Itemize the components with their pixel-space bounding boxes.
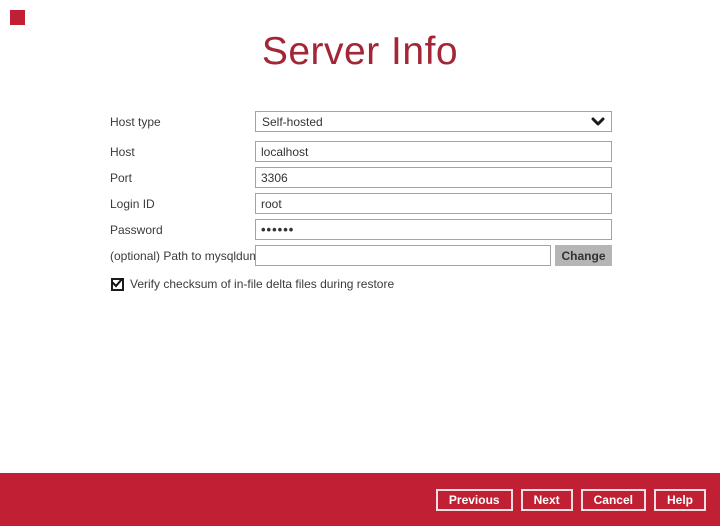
cancel-button[interactable]: Cancel [580, 488, 646, 511]
previous-button[interactable]: Previous [435, 488, 513, 511]
host-input[interactable] [255, 141, 612, 162]
port-row: Port [110, 167, 612, 188]
page-title: Server Info [261, 30, 459, 73]
help-button[interactable]: Help [653, 488, 706, 511]
server-info-form: Host type Self-hosted Host Port [110, 111, 612, 291]
host-type-row: Host type Self-hosted [110, 111, 612, 132]
mysqldump-path-row: (optional) Path to mysqldump Change [110, 245, 612, 266]
port-label: Port [110, 170, 133, 185]
verify-checksum-checkbox[interactable] [111, 275, 124, 293]
login-id-label: Login ID [110, 196, 155, 211]
login-id-input[interactable] [255, 193, 612, 214]
password-input[interactable] [255, 219, 612, 240]
server-info-window: Server Info Host type Self-hosted Host l… [0, 0, 720, 526]
host-type-selected-value: Self-hosted [262, 114, 323, 129]
verify-checksum-row: Verify checksum of in-file delta files d… [110, 277, 612, 291]
host-label: Host [110, 144, 135, 159]
app-logo-square [10, 10, 25, 25]
chevron-down-icon [591, 117, 605, 126]
change-path-button[interactable]: Change [555, 245, 612, 266]
host-row: Host [110, 141, 612, 162]
port-input[interactable] [255, 167, 612, 188]
password-row: Password [110, 219, 612, 240]
mysqldump-path-input[interactable] [255, 245, 551, 266]
check-icon [111, 275, 124, 293]
mysqldump-path-label: (optional) Path to mysqldump [110, 248, 267, 263]
next-button[interactable]: Next [520, 488, 573, 511]
password-label: Password [110, 222, 163, 237]
host-type-select[interactable]: Self-hosted [255, 111, 612, 132]
footer-bar: Previous Next Cancel Help [0, 473, 720, 526]
verify-checksum-label: Verify checksum of in-file delta files d… [130, 277, 395, 291]
login-id-row: Login ID [110, 193, 612, 214]
host-type-label: Host type [110, 114, 161, 129]
